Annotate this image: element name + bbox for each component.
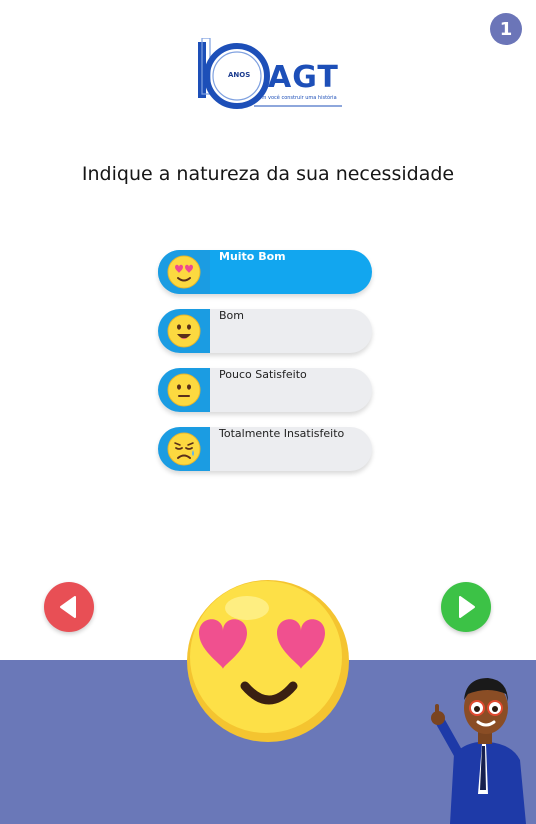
option-bom[interactable]: Bom <box>158 309 372 353</box>
logo-tagline: Com você construir uma história <box>255 95 337 101</box>
question-title: Indique a natureza da sua necessidade <box>81 163 455 185</box>
next-button[interactable] <box>441 582 491 632</box>
option-totalmente-insatisfeito[interactable]: Totalmente Insatisfeito <box>158 427 372 471</box>
logo-anos-text: ANOS <box>228 71 251 79</box>
play-right-icon <box>459 596 475 618</box>
option-label: Muito Bom <box>219 250 286 263</box>
mascot-illustration <box>431 678 526 824</box>
previous-button[interactable] <box>44 582 94 632</box>
option-label: Totalmente Insatisfeito <box>219 427 345 440</box>
option-label: Bom <box>219 309 244 322</box>
step-badge: 1 <box>490 13 522 45</box>
option-pouco-satisfeito[interactable]: Pouco Satisfeito <box>158 368 372 412</box>
neutral-face-emoji-icon <box>167 373 201 407</box>
option-label: Pouco Satisfeito <box>219 368 307 381</box>
heart-eyes-emoji-icon <box>167 255 201 289</box>
smiling-face-emoji-icon <box>167 314 201 348</box>
option-muito-bom[interactable]: Muito Bom <box>158 250 372 294</box>
logo-brand: AGT <box>268 60 339 95</box>
sad-face-emoji-icon <box>167 432 201 466</box>
large-heart-eyes-emoji <box>187 580 349 742</box>
play-left-icon <box>60 596 76 618</box>
